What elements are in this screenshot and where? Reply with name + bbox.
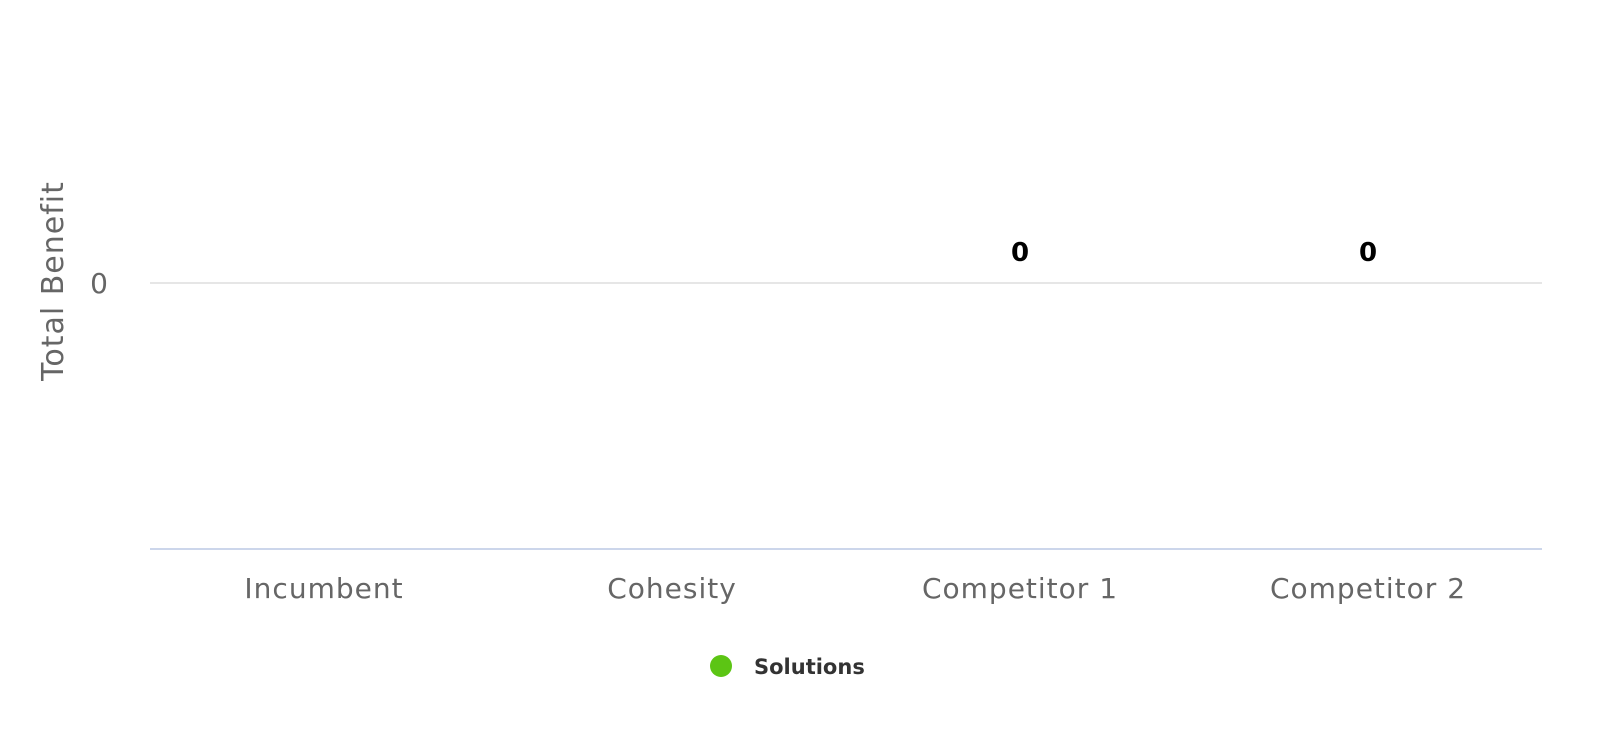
data-label: 0: [1359, 238, 1377, 268]
x-tick-label: Incumbent: [244, 572, 403, 605]
legend[interactable]: Solutions: [710, 655, 865, 679]
x-tick-label: Competitor 1: [922, 572, 1118, 605]
x-tick-label: Competitor 2: [1270, 572, 1466, 605]
y-axis-title: Total Benefit: [36, 181, 71, 382]
x-tick-label: Cohesity: [607, 572, 737, 605]
legend-marker-solutions: [710, 655, 732, 677]
chart-container: 0 00 Incumbent Cohesity Competitor 1 Compet…: [0, 0, 1600, 747]
x-axis: Incumbent Cohesity Competitor 1 Competitor …: [150, 548, 1542, 605]
y-axis: 0: [90, 267, 108, 300]
legend-label-solutions: Solutions: [754, 655, 865, 679]
bars-layer: 00: [1011, 238, 1377, 268]
data-label: 0: [1011, 238, 1029, 268]
bar-chart: 0 00 Incumbent Cohesity Competitor 1 Compet…: [36, 181, 1542, 679]
y-tick-label: 0: [90, 267, 108, 300]
